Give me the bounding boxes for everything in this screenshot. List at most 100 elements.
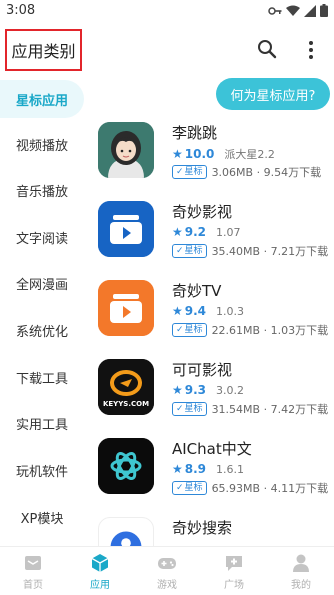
category-label: 音乐播放 — [15, 184, 68, 200]
category-label: 下载工具 — [15, 371, 68, 387]
status-bar: 3:08 — [0, 0, 334, 24]
nav-games[interactable]: 游戏 — [142, 553, 192, 593]
search-person-icon — [110, 531, 142, 546]
apps-cube-icon — [91, 554, 109, 572]
app-meta: 22.61MB · 1.03万下载 — [211, 324, 329, 337]
list-item[interactable]: 李跳跳 ★ 10.0 派大星2.2 ✓ 星标 3.06MB · 9.54万下载 — [92, 116, 334, 188]
status-time: 3:08 — [6, 3, 36, 18]
nav-label: 首页 — [23, 580, 43, 591]
star-icon: ★ — [172, 304, 183, 318]
app-version: 派大星2.2 — [224, 148, 275, 161]
starred-badge: ✓ 星标 — [172, 481, 207, 495]
list-item[interactable]: KEYYS.COM 可可影视 ★ 9.3 3.0.2 ✓ 星标 31.54MB ·… — [92, 353, 334, 425]
home-icon — [25, 556, 41, 570]
ai-knot-icon — [98, 438, 154, 494]
star-icon: ★ — [172, 383, 183, 397]
category-sidebar: 星标应用 视频播放 音乐播放 文字阅读 全网漫画 系统优化 下载工具 实用工具 … — [0, 78, 90, 538]
app-list: 李跳跳 ★ 10.0 派大星2.2 ✓ 星标 3.06MB · 9.54万下载 奇… — [92, 116, 334, 546]
list-item[interactable]: AIChat中文 ★ 8.9 1.6.1 ✓ 星标 65.93MB · 4.11万… — [92, 432, 334, 504]
keke-logo-icon: KEYYS.COM — [98, 359, 154, 415]
video-play-icon — [98, 201, 154, 257]
category-phone-mods[interactable]: 玩机软件 — [0, 451, 84, 489]
status-icons — [268, 4, 328, 17]
starred-info-button[interactable]: 何为星标应用? — [216, 78, 330, 110]
app-name: 可可影视 — [172, 361, 233, 379]
app-score: 9.3 — [184, 383, 207, 397]
list-item[interactable]: 奇妙搜索 — [92, 511, 334, 546]
category-video[interactable]: 视频播放 — [0, 125, 84, 163]
category-system[interactable]: 系统优化 — [0, 311, 84, 349]
shield-check-icon: ✓ — [176, 325, 184, 335]
list-item[interactable]: 奇妙TV ★ 9.4 1.0.3 ✓ 星标 22.61MB · 1.03万下载 — [92, 274, 334, 346]
profile-icon — [293, 554, 309, 572]
app-version: 1.07 — [216, 225, 241, 239]
category-music[interactable]: 音乐播放 — [0, 171, 84, 209]
app-name: 奇妙影视 — [172, 203, 233, 221]
app-name: 李跳跳 — [172, 124, 218, 142]
category-starred[interactable]: 星标应用 — [0, 80, 84, 118]
badge-label: 星标 — [184, 246, 203, 256]
category-label: 星标应用 — [15, 93, 68, 109]
app-icon-keke-video: KEYYS.COM — [98, 359, 154, 415]
shield-check-icon: ✓ — [176, 404, 184, 414]
shield-check-icon: ✓ — [176, 167, 184, 177]
app-icon-qimiao-video — [98, 201, 154, 257]
signal-icon — [304, 4, 316, 17]
meta-row: ✓ 星标 3.06MB · 9.54万下载 — [172, 164, 321, 180]
starred-badge: ✓ 星标 — [172, 244, 207, 258]
nav-label: 我的 — [291, 580, 311, 591]
battery-icon — [320, 4, 328, 17]
nav-plaza[interactable]: 广场 — [209, 553, 259, 593]
meta-row: ✓ 星标 35.40MB · 7.21万下载 — [172, 243, 328, 259]
category-comics[interactable]: 全网漫画 — [0, 264, 84, 302]
page-title: 应用类别 — [11, 42, 76, 61]
badge-label: 星标 — [184, 167, 203, 177]
app-icon-qimiao-search — [98, 517, 154, 546]
app-score: 10.0 — [184, 147, 215, 161]
app-name: 奇妙搜索 — [172, 519, 233, 537]
more-options-icon[interactable] — [304, 38, 318, 62]
rating-row: ★ 9.3 3.0.2 — [172, 383, 244, 397]
app-meta: 65.93MB · 4.11万下载 — [211, 482, 329, 495]
category-utilities[interactable]: 实用工具 — [0, 404, 84, 442]
nav-home[interactable]: 首页 — [8, 553, 58, 593]
category-xp-modules[interactable]: XP模块 — [0, 498, 84, 536]
nav-label: 游戏 — [157, 580, 177, 591]
chat-plaza-icon — [226, 556, 242, 571]
app-meta: 3.06MB · 9.54万下载 — [211, 166, 322, 179]
nav-apps[interactable]: 应用 — [75, 553, 125, 593]
starred-badge: ✓ 星标 — [172, 402, 207, 416]
rating-row: ★ 9.4 1.0.3 — [172, 304, 244, 318]
category-label: XP模块 — [20, 511, 64, 527]
app-icon-litiaotiao — [98, 122, 154, 178]
starred-badge: ✓ 星标 — [172, 165, 207, 179]
nav-profile[interactable]: 我的 — [276, 553, 326, 593]
app-version: 1.0.3 — [216, 304, 245, 318]
app-name: AIChat中文 — [172, 440, 252, 458]
category-download[interactable]: 下载工具 — [0, 358, 84, 396]
star-icon: ★ — [172, 225, 183, 239]
app-version: 1.6.1 — [216, 462, 245, 476]
category-label: 实用工具 — [15, 417, 68, 433]
svg-text:KEYYS.COM: KEYYS.COM — [103, 400, 149, 408]
list-item[interactable]: 奇妙影视 ★ 9.2 1.07 ✓ 星标 35.40MB · 7.21万下载 — [92, 195, 334, 267]
category-reading[interactable]: 文字阅读 — [0, 218, 84, 256]
meta-row: ✓ 星标 31.54MB · 7.42万下载 — [172, 401, 328, 417]
key-icon — [268, 6, 282, 15]
search-icon[interactable] — [256, 38, 278, 60]
rating-row: ★ 8.9 1.6.1 — [172, 462, 244, 476]
category-label: 视频播放 — [15, 138, 68, 154]
category-label: 玩机软件 — [15, 464, 68, 480]
app-icon-qimiao-tv — [98, 280, 154, 336]
app-score: 8.9 — [184, 462, 207, 476]
app-meta: 31.54MB · 7.42万下载 — [211, 403, 329, 416]
shield-check-icon: ✓ — [176, 246, 184, 256]
starred-info-label: 何为星标应用? — [230, 88, 316, 104]
app-score: 9.2 — [184, 225, 207, 239]
nav-label: 广场 — [224, 580, 244, 591]
rating-row: ★ 10.0 派大星2.2 — [172, 146, 275, 162]
nav-label: 应用 — [90, 580, 110, 591]
badge-label: 星标 — [184, 325, 203, 335]
category-label: 文字阅读 — [15, 231, 68, 247]
meta-row: ✓ 星标 65.93MB · 4.11万下载 — [172, 480, 328, 496]
